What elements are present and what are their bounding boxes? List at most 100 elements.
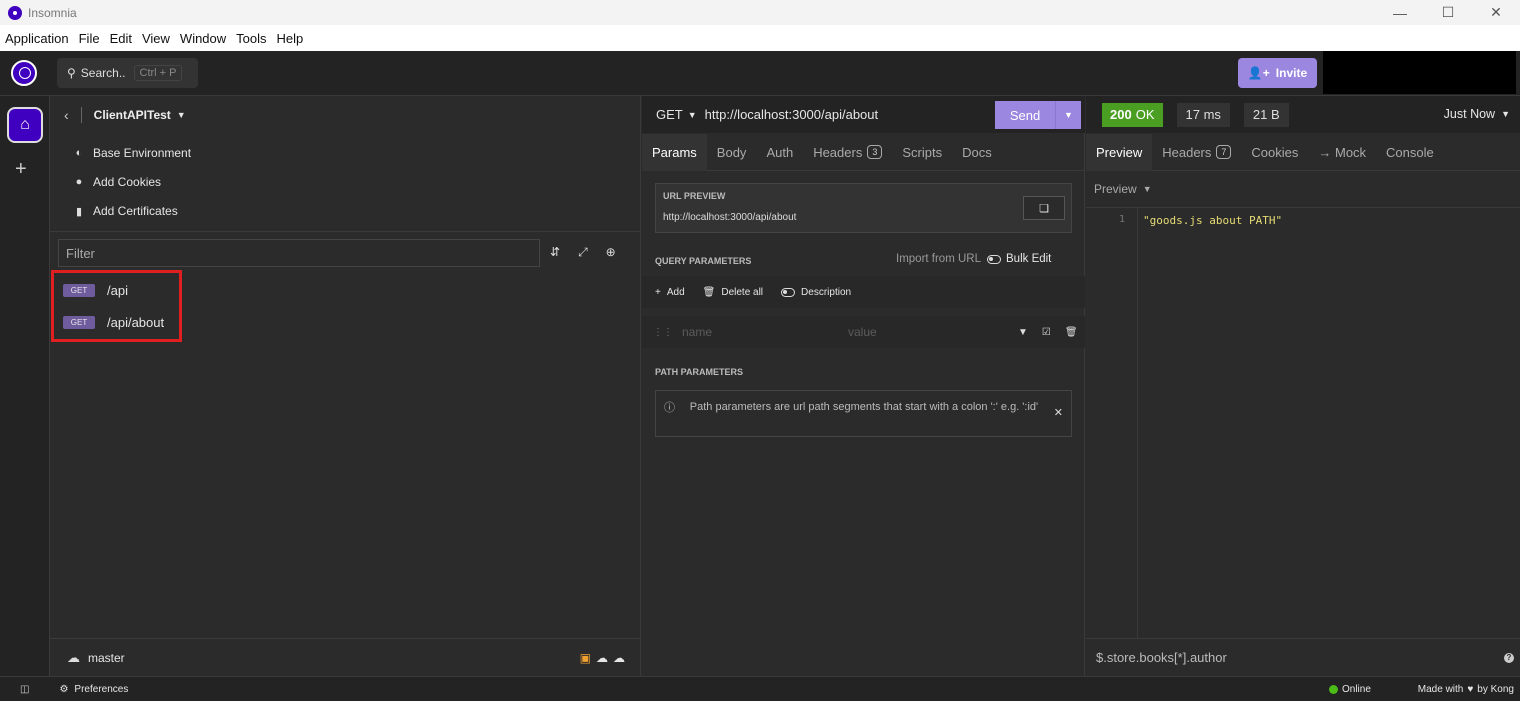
history-label: Just Now	[1443, 107, 1496, 121]
close-button[interactable]: ✕	[1472, 0, 1520, 25]
cloud-download-icon[interactable]: ☁	[596, 651, 608, 665]
chevron-down-icon[interactable]: ▼	[1055, 101, 1081, 129]
tab-console[interactable]: Console	[1376, 134, 1444, 171]
sidebar-footer: ☁ master ▣ ☁ ☁	[50, 638, 641, 676]
status-bar: ◫ ⚙ Preferences Online Made with ♥ by Ko…	[0, 676, 1520, 701]
tab-headers[interactable]: Headers 3	[803, 134, 892, 171]
tab-preview[interactable]: Preview	[1086, 133, 1153, 171]
add-organization-button[interactable]: +	[15, 158, 27, 181]
chevron-down-icon[interactable]: ▼	[688, 110, 697, 120]
filter-tools: ⇵ ⤢ ⊕	[550, 245, 616, 260]
toggle-sidebar-icon[interactable]: ◫	[20, 684, 29, 695]
count-badge: 3	[867, 145, 883, 159]
tab-label: Headers	[1162, 144, 1212, 160]
history-dropdown[interactable]: Just Now ▼	[1444, 107, 1510, 121]
jsonpath-filter-input[interactable]: $.store.books[*].author ?	[1086, 638, 1520, 676]
insomnia-logo-icon[interactable]	[11, 60, 37, 86]
send-button[interactable]: Send ▼	[995, 101, 1081, 129]
delete-all-button[interactable]: 🗑 Delete all	[703, 287, 763, 298]
param-name-input[interactable]: name	[682, 325, 848, 339]
menu-edit[interactable]: Edit	[105, 31, 137, 46]
help-icon[interactable]: ?	[1504, 652, 1514, 663]
tab-mock[interactable]: → Mock	[1308, 134, 1376, 171]
window-titlebar: Insomnia — ☐ ✕	[0, 0, 1520, 25]
search-icon: ⚲	[67, 66, 76, 80]
maximize-button[interactable]: ☐	[1424, 0, 1472, 25]
divider	[80, 107, 82, 123]
minimize-button[interactable]: —	[1376, 0, 1424, 25]
tab-params[interactable]: Params	[642, 133, 707, 171]
tab-response-headers[interactable]: Headers 7	[1152, 134, 1241, 171]
menu-window[interactable]: Window	[175, 31, 231, 46]
bulk-edit-toggle[interactable]: Bulk Edit	[987, 253, 1051, 265]
delete-all-label: Delete all	[721, 286, 764, 298]
trash-icon[interactable]: 🗑	[1065, 327, 1078, 338]
base-environment-item[interactable]: ◐ Base Environment	[73, 146, 191, 160]
menu-tools[interactable]: Tools	[231, 31, 271, 46]
path-params-title: PATH PARAMETERS	[655, 367, 744, 377]
filter-placeholder: Filter	[66, 245, 95, 261]
branch-name[interactable]: master	[88, 651, 125, 665]
project-name[interactable]: ClientAPITest	[94, 108, 171, 122]
tab-body[interactable]: Body	[707, 134, 757, 171]
add-param-button[interactable]: + Add	[655, 287, 685, 298]
status-badge: 200 OK	[1102, 102, 1163, 127]
chevron-down-icon[interactable]: ▼	[177, 110, 186, 120]
checkbox-icon[interactable]: ☑	[1042, 327, 1051, 338]
description-toggle[interactable]: Description	[781, 287, 851, 298]
response-size: 21 B	[1243, 102, 1289, 127]
plus-icon: +	[655, 286, 661, 298]
method-select[interactable]: GET	[656, 107, 683, 122]
tab-scripts[interactable]: Scripts	[892, 134, 952, 171]
online-label: Online	[1342, 683, 1371, 695]
chevron-down-icon: ▼	[1142, 184, 1152, 194]
sort-icon[interactable]: ⇵	[550, 245, 560, 260]
chevron-down-icon[interactable]: ▼	[1018, 327, 1028, 338]
menu-file[interactable]: File	[74, 31, 105, 46]
menu-view[interactable]: View	[137, 31, 175, 46]
menu-help[interactable]: Help	[272, 31, 309, 46]
preferences-button[interactable]: ⚙ Preferences	[59, 684, 128, 695]
cloud-upload-icon[interactable]: ☁	[613, 651, 625, 665]
tab-docs[interactable]: Docs	[952, 134, 1002, 171]
add-cookies-item[interactable]: ● Add Cookies	[73, 175, 161, 189]
back-chevron-icon[interactable]: ‹	[64, 107, 69, 123]
import-from-url-button[interactable]: Import from URL	[896, 253, 981, 265]
drag-handle-icon[interactable]: ⋮⋮	[653, 327, 673, 338]
package-icon[interactable]: ▣	[580, 651, 591, 665]
add-user-icon: 👤+	[1247, 66, 1270, 80]
by-label: by Kong	[1477, 683, 1514, 695]
made-with-credit: Made with ♥ by Kong	[1418, 684, 1514, 695]
toggle-icon	[987, 254, 1001, 264]
left-rail: ⌂ +	[0, 96, 50, 676]
add-circle-icon[interactable]: ⊕	[606, 245, 616, 260]
expand-icon[interactable]: ⤢	[578, 245, 588, 260]
response-body[interactable]: "goods.js about PATH"	[1143, 214, 1282, 227]
preview-mode-select[interactable]: Preview ▼	[1094, 182, 1152, 196]
sync-icons: ▣ ☁ ☁	[580, 651, 625, 665]
invite-button[interactable]: 👤+ Invite	[1238, 58, 1317, 88]
filter-input[interactable]: Filter	[58, 239, 540, 267]
tab-cookies[interactable]: Cookies	[1241, 134, 1308, 171]
heart-icon: ♥	[1467, 683, 1474, 695]
query-params-title: QUERY PARAMETERS	[655, 256, 752, 266]
add-certificates-item[interactable]: ▮ Add Certificates	[73, 204, 178, 218]
tab-auth[interactable]: Auth	[756, 134, 803, 171]
close-icon[interactable]: ✕	[1054, 405, 1063, 421]
search-shortcut: Ctrl + P	[133, 65, 183, 81]
param-value-input[interactable]: value	[848, 325, 1018, 339]
chevron-down-icon: ▼	[1501, 109, 1510, 119]
count-badge: 7	[1216, 145, 1232, 159]
menu-application[interactable]: Application	[0, 31, 74, 46]
response-time: 17 ms	[1176, 102, 1230, 127]
url-input[interactable]: http://localhost:3000/api/about	[705, 107, 878, 122]
globe-icon: ◐	[75, 147, 83, 159]
env-item-label: Add Cookies	[93, 175, 162, 189]
cookie-icon: ●	[75, 176, 83, 188]
copy-button[interactable]: ❏	[1023, 196, 1065, 220]
search-button[interactable]: ⚲ Search.. Ctrl + P	[57, 58, 198, 88]
menu-bar: Application File Edit View Window Tools …	[0, 25, 1520, 51]
response-tabs: Preview Headers 7 Cookies → Mock Console	[1086, 133, 1520, 171]
line-number: 1	[1118, 214, 1125, 225]
home-button[interactable]: ⌂	[7, 107, 43, 143]
